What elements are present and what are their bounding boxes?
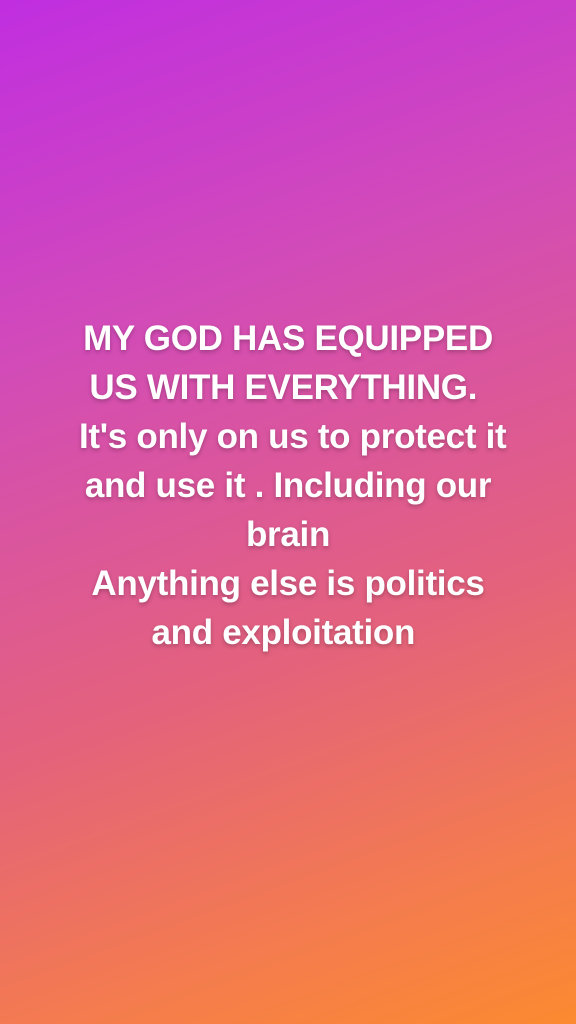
story-line: MY GOD HAS EQUIPPED — [83, 319, 493, 358]
story-line: It's only on us to protect it — [69, 417, 507, 456]
story-line: Anything else is politics — [91, 564, 485, 603]
story-canvas: MY GOD HAS EQUIPPED US WITH EVERYTHING. … — [0, 0, 576, 1024]
story-line: and use it . Including our — [84, 466, 492, 505]
story-line: brain — [245, 515, 331, 554]
story-line: US WITH EVERYTHING. — [89, 368, 487, 407]
story-line: and exploitation — [151, 613, 425, 652]
story-text: MY GOD HAS EQUIPPED US WITH EVERYTHING. … — [0, 314, 576, 657]
